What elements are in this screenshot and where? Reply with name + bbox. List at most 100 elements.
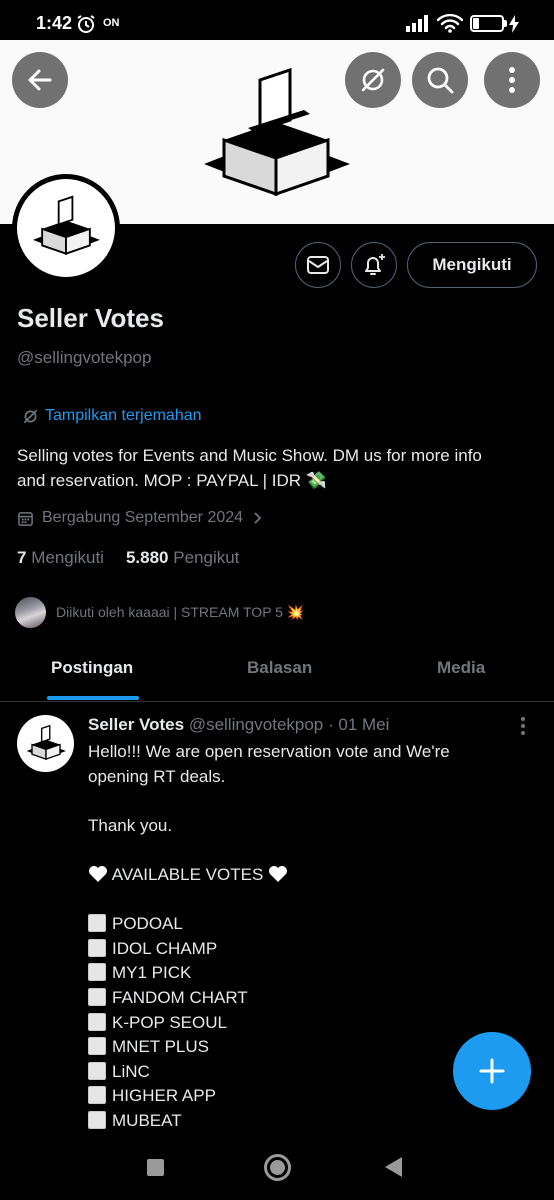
plus-icon xyxy=(479,1058,505,1084)
followers-count: 5.880 xyxy=(125,548,169,567)
bio-line: Selling votes for Events and Music Show.… xyxy=(17,446,482,465)
profile-bio: Selling votes for Events and Music Show.… xyxy=(17,443,537,493)
followers-label: Pengikut xyxy=(173,548,240,567)
follower-avatar xyxy=(13,595,48,630)
charging-icon xyxy=(508,15,520,38)
post-line: opening RT deals. xyxy=(88,766,226,786)
vote-item-label: IDOL CHAMP xyxy=(112,938,218,958)
votes-list: PODOAL IDOL CHAMP MY1 PICK FANDOM CHART K-PO… xyxy=(88,912,528,1133)
vote-item-label: HIGHER APP xyxy=(112,1086,216,1106)
post-line: Hello!!! We are open reservation vote an… xyxy=(88,742,450,761)
ballot-box-banner-image xyxy=(204,67,350,197)
recent-apps-button[interactable] xyxy=(147,1159,164,1176)
battery-percent: 23 xyxy=(480,17,494,29)
vote-item: IDOL CHAMP xyxy=(88,937,528,962)
message-button[interactable] xyxy=(295,242,341,288)
following-stat[interactable]: 7 Mengikuti xyxy=(17,548,104,568)
vote-item-label: MUBEAT xyxy=(112,1110,182,1130)
follow-stats: 7 Mengikuti 5.880 Pengikut xyxy=(17,548,239,568)
post-author-avatar[interactable] xyxy=(17,715,74,772)
vote-item: PODOAL xyxy=(88,912,528,937)
profile-tabs: Postingan Balasan Media xyxy=(0,640,554,702)
notification-button[interactable] xyxy=(351,242,397,288)
chevron-right-icon xyxy=(254,512,262,524)
more-vertical-icon xyxy=(521,717,525,735)
vote-item-label: FANDOM CHART xyxy=(112,987,248,1007)
join-date-label: Bergabung September 2024 xyxy=(42,509,244,526)
available-votes-label: AVAILABLE VOTES xyxy=(111,864,264,884)
vote-item-label: K-POP SEOUL xyxy=(112,1012,227,1032)
system-nav-bar xyxy=(0,1140,554,1200)
alarm-icon xyxy=(76,14,96,39)
status-time: 1:42 xyxy=(36,13,73,33)
vote-item-label: MY1 PICK xyxy=(112,963,192,983)
white-heart-icon xyxy=(89,865,107,882)
followed-by-text: Diikuti oleh kaaaai | STREAM TOP 5 💥 xyxy=(56,604,305,620)
followers-stat[interactable]: 5.880 Pengikut xyxy=(126,548,239,568)
checkbox-icon xyxy=(88,1012,106,1031)
signal-icon xyxy=(406,14,432,37)
bell-plus-icon xyxy=(365,254,385,275)
search-button[interactable] xyxy=(412,52,468,108)
post-header: Seller Votes @sellingvotekpop · 01 Mei xyxy=(88,715,389,735)
battery-cap xyxy=(504,20,507,27)
following-count: 7 xyxy=(17,548,27,567)
more-vertical-icon xyxy=(509,67,515,93)
post-more-button[interactable] xyxy=(520,716,526,741)
followed-by[interactable]: Diikuti oleh kaaaai | STREAM TOP 5 💥 xyxy=(13,595,304,630)
following-label: Mengikuti xyxy=(31,548,104,567)
post-author-name[interactable]: Seller Votes xyxy=(88,715,184,734)
tab-media[interactable]: Media xyxy=(437,658,485,678)
battery-icon: 23 xyxy=(470,15,504,32)
show-translation-link[interactable]: Tampilkan terjemahan xyxy=(22,407,202,425)
bio-line: and reservation. MOP : PAYPAL | IDR 💸 xyxy=(17,471,327,490)
checkbox-icon xyxy=(88,938,106,957)
mail-icon xyxy=(307,256,329,274)
profile-handle: @sellingvotekpop xyxy=(17,348,152,367)
system-back-button[interactable] xyxy=(385,1157,402,1177)
search-icon xyxy=(427,67,454,94)
vote-item: MUBEAT xyxy=(88,1109,528,1134)
ballot-box-logo xyxy=(33,195,100,255)
home-button[interactable] xyxy=(264,1154,291,1181)
profile-name: Seller Votes xyxy=(17,303,164,333)
translate-icon xyxy=(23,409,38,423)
show-translation-label: Tampilkan terjemahan xyxy=(45,407,202,424)
nfc-indicator: ON xyxy=(103,17,120,29)
vote-item: FANDOM CHART xyxy=(88,986,528,1011)
ballot-box-logo xyxy=(26,724,66,760)
translate-icon xyxy=(361,68,385,92)
checkbox-icon xyxy=(88,963,106,982)
wifi-icon xyxy=(436,13,464,38)
status-bar: 1:42 ON 23 xyxy=(0,0,554,44)
back-button[interactable] xyxy=(12,52,68,108)
available-votes-header: AVAILABLE VOTES xyxy=(88,863,528,888)
checkbox-icon xyxy=(88,1061,106,1080)
checkbox-icon xyxy=(88,1086,106,1105)
active-tab-indicator xyxy=(47,696,139,700)
arrow-left-icon xyxy=(28,69,52,91)
vote-item-label: MNET PLUS xyxy=(112,1037,209,1057)
vote-item: MY1 PICK xyxy=(88,961,528,986)
checkbox-icon xyxy=(88,914,106,933)
vote-item-label: PODOAL xyxy=(112,914,183,934)
translate-button[interactable] xyxy=(345,52,401,108)
following-button[interactable]: Mengikuti xyxy=(407,242,537,288)
vote-item-label: LiNC xyxy=(112,1061,150,1081)
white-heart-icon xyxy=(269,865,288,882)
join-date[interactable]: Bergabung September 2024 xyxy=(17,509,263,527)
compose-post-button[interactable] xyxy=(453,1032,531,1110)
vote-item: K-POP SEOUL xyxy=(88,1011,528,1036)
calendar-icon xyxy=(18,511,33,526)
profile-avatar[interactable] xyxy=(12,174,120,282)
checkbox-icon xyxy=(88,987,106,1006)
checkbox-icon xyxy=(88,1110,106,1129)
tab-replies[interactable]: Balasan xyxy=(247,658,312,678)
post-line: Thank you. xyxy=(88,815,173,835)
post-meta: @sellingvotekpop · 01 Mei xyxy=(188,715,390,734)
tab-posts[interactable]: Postingan xyxy=(51,658,133,678)
more-options-button[interactable] xyxy=(484,52,540,108)
